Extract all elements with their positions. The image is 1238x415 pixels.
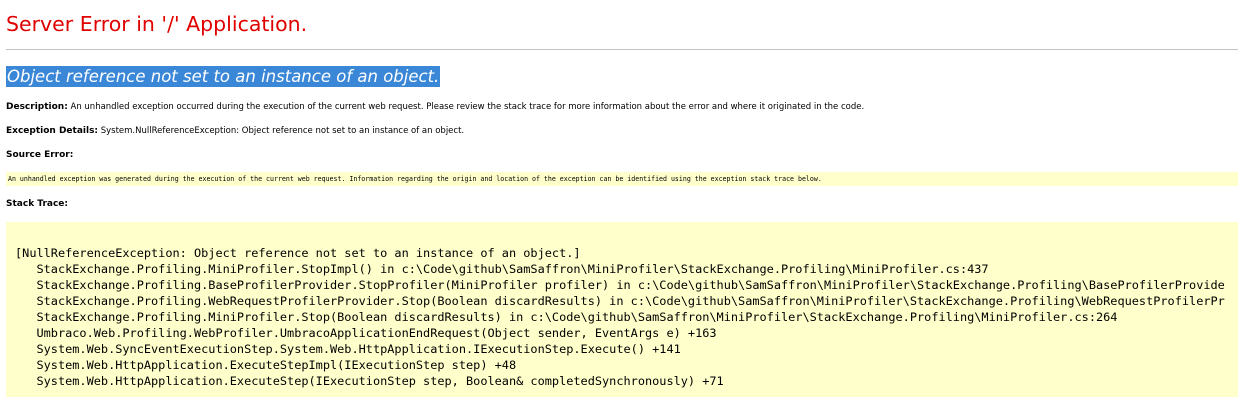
error-message-heading[interactable]: Object reference not set to an instance …: [6, 66, 441, 87]
source-error-line: Source Error:: [6, 150, 73, 160]
exception-details-label: Exception Details:: [6, 126, 99, 136]
stack-trace-label: Stack Trace:: [6, 199, 69, 209]
stack-trace-line-text: StackExchange.Profiling.MiniProfiler.Sto…: [15, 262, 989, 276]
divider: [6, 49, 1238, 50]
stack-trace-line-text: [NullReferenceException: Object referenc…: [15, 246, 581, 260]
stack-trace-box: [NullReferenceException: Object referenc…: [6, 222, 1238, 397]
description-label: Description:: [6, 102, 68, 112]
stack-trace-line-text: Umbraco.Web.Profiling.WebProfiler.Umbrac…: [15, 326, 717, 340]
description-line: Description: An unhandled exception occu…: [6, 102, 864, 112]
exception-details-text: System.NullReferenceException: Object re…: [100, 126, 465, 136]
stack-trace-line-text: StackExchange.Profiling.MiniProfiler.Sto…: [15, 310, 1118, 324]
page-title: Server Error in '/' Application.: [6, 12, 308, 36]
stack-trace-line: Stack Trace:: [6, 199, 68, 209]
stack-trace-line-text: System.Web.HttpApplication.ExecuteStepIm…: [15, 358, 517, 372]
description-text: An unhandled exception occurred during t…: [70, 102, 865, 112]
source-error-label: Source Error:: [6, 150, 74, 160]
source-error-text: An unhandled exception was generated dur…: [8, 175, 822, 183]
source-error-box: An unhandled exception was generated dur…: [6, 172, 1238, 186]
exception-details-line: Exception Details: System.NullReferenceE…: [6, 126, 464, 136]
stack-trace-line-text: System.Web.HttpApplication.ExecuteStep(I…: [15, 374, 724, 388]
stack-trace-line-text: System.Web.SyncEventExecutionStep.System…: [15, 342, 681, 356]
stack-trace-line-text: StackExchange.Profiling.BaseProfilerProv…: [15, 278, 1225, 292]
stack-trace-line-text: StackExchange.Profiling.WebRequestProfil…: [15, 294, 1225, 308]
